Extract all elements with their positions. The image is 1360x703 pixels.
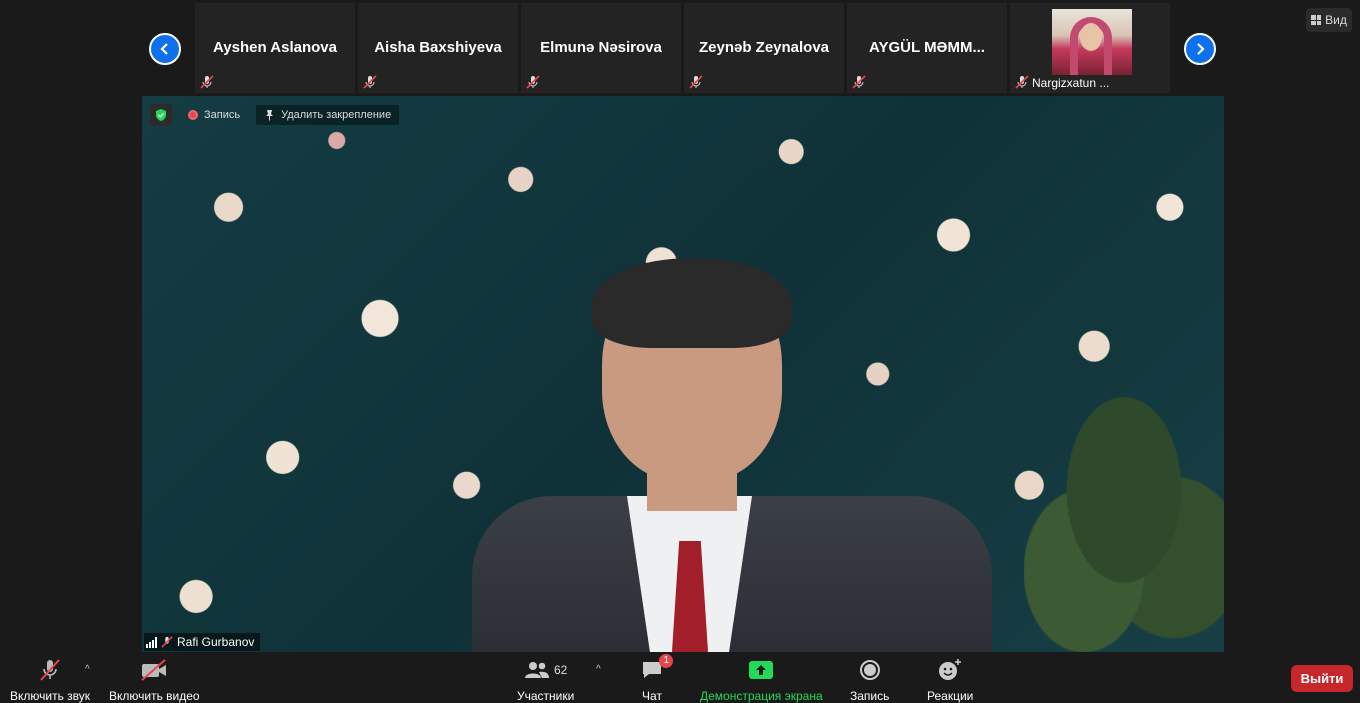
muted-mic-icon [40, 659, 60, 681]
security-shield-icon[interactable] [150, 104, 172, 126]
record-label: Запись [850, 689, 890, 703]
speaker-video [442, 258, 1002, 652]
reactions-label: Реакции [927, 689, 974, 703]
recording-label: Запись [204, 109, 241, 121]
chevron-left-icon [160, 43, 168, 55]
participant-tile[interactable]: Zeynəb Zeynalova [684, 3, 844, 93]
meeting-toolbar: Включить звук ^ Включить видео 62 Участн… [0, 652, 1360, 703]
participants-count: 62 [553, 663, 568, 677]
share-screen-icon [749, 661, 774, 679]
muted-mic-icon [200, 75, 214, 89]
participants-label: Участники [517, 689, 575, 703]
grid-view-icon [1311, 15, 1322, 25]
chat-unread-badge: 1 [659, 654, 673, 668]
main-video[interactable] [142, 96, 1224, 652]
participant-name: AYGÜL MƏMM... [869, 39, 985, 56]
start-video-button[interactable]: Включить видео [109, 657, 200, 703]
participant-tile[interactable]: Aisha Baxshiyeva [358, 3, 518, 93]
unmute-label: Включить звук [10, 689, 91, 703]
participant-video-thumbnail [1052, 9, 1132, 75]
participants-options-caret-icon[interactable]: ^ [596, 664, 601, 675]
pin-icon [266, 110, 274, 121]
muted-mic-icon [1015, 75, 1029, 89]
share-screen-button[interactable]: Демонстрация экрана [700, 657, 823, 703]
record-button[interactable]: Запись [850, 657, 889, 703]
view-button[interactable]: Вид [1306, 8, 1352, 32]
reactions-button[interactable]: Реакции [927, 657, 973, 703]
speaker-name-tag: Rafi Gurbanov [144, 633, 261, 651]
participant-name: Ayshen Aslanova [213, 39, 337, 56]
previous-page-button[interactable] [149, 33, 181, 65]
view-button-label: Вид [1325, 13, 1347, 27]
next-page-button[interactable] [1184, 33, 1216, 65]
participant-tile[interactable]: AYGÜL MƏMM... [847, 3, 1007, 93]
record-icon [859, 660, 880, 680]
signal-strength-icon [146, 636, 157, 648]
speaker-name: Rafi Gurbanov [177, 635, 255, 649]
muted-mic-icon [526, 75, 540, 89]
unpin-button[interactable]: Удалить закрепление [256, 105, 400, 125]
muted-mic-icon [161, 636, 173, 648]
muted-mic-icon [689, 75, 703, 89]
leave-meeting-button[interactable]: Выйти [1291, 665, 1353, 692]
participant-name: Aisha Baxshiyeva [374, 39, 502, 56]
video-overlay-bar: Запись Удалить закрепление [150, 104, 400, 126]
participant-tile[interactable]: Ayshen Aslanova [195, 3, 355, 93]
chat-label: Чат [642, 689, 662, 703]
participant-tile[interactable]: Elmunə Nəsirova [521, 3, 681, 93]
participants-button[interactable]: 62 Участники [517, 657, 574, 703]
reactions-smiley-icon [939, 659, 962, 680]
share-screen-label: Демонстрация экрана [700, 689, 823, 703]
audio-options-caret-icon[interactable]: ^ [85, 664, 90, 675]
participant-name: Elmunə Nəsirova [540, 39, 662, 56]
record-dot-icon [188, 110, 198, 120]
video-off-icon [141, 659, 167, 681]
start-video-label: Включить видео [109, 689, 200, 703]
participant-name: Zeynəb Zeynalova [698, 39, 830, 56]
plant-background [1024, 382, 1224, 652]
chat-button[interactable]: 1 Чат [641, 654, 673, 703]
muted-mic-icon [363, 75, 377, 89]
participant-name: Nargizxatun ... [1032, 76, 1110, 90]
participants-icon [524, 662, 549, 678]
chevron-right-icon [1197, 43, 1205, 55]
participant-tile[interactable]: Nargizxatun ... [1010, 3, 1170, 93]
unmute-button[interactable]: Включить звук [10, 657, 90, 703]
muted-mic-icon [852, 75, 866, 89]
unpin-label: Удалить закрепление [281, 109, 392, 121]
recording-indicator[interactable]: Запись [182, 107, 246, 123]
